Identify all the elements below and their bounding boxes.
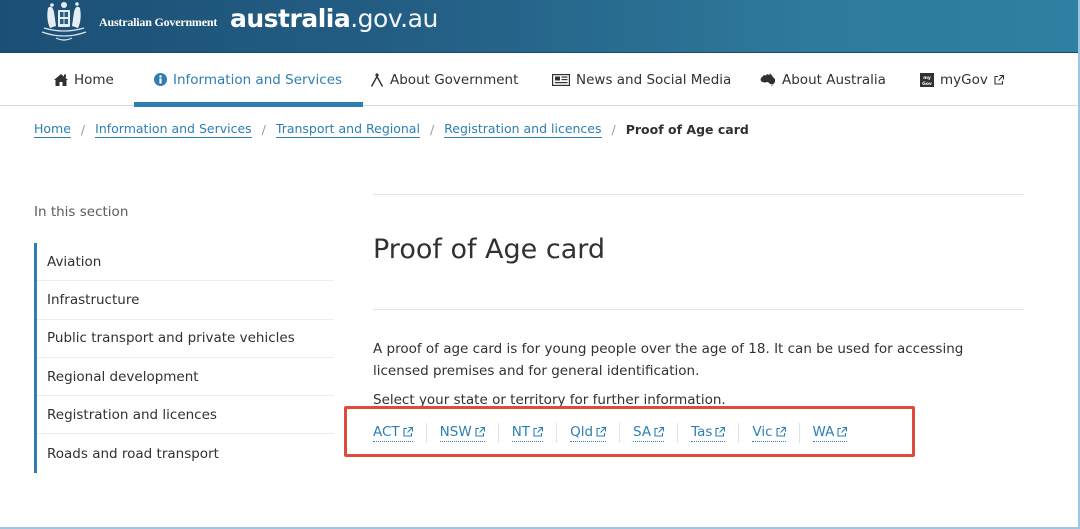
breadcrumb-home[interactable]: Home [34,121,71,138]
nav-label: About Australia [782,71,886,88]
nav-item-about-government[interactable]: About Government [370,53,518,106]
state-separator [798,423,800,443]
nav-item-home[interactable]: Home [54,53,114,106]
state-link-vic[interactable]: Vic [752,424,786,442]
breadcrumb-transport-and-regional[interactable]: Transport and Regional [275,121,420,138]
nav-item-mygov[interactable]: my Gov myGov [920,53,1004,106]
external-link-icon [403,427,413,437]
main-navigation: Home Information and Services About Gove… [0,53,1080,107]
breadcrumb: Home / Information and Services / Transp… [34,121,749,138]
nav-item-news-and-social-media[interactable]: News and Social Media [552,53,731,106]
nav-label: Information and Services [173,71,343,88]
breadcrumb-current: Proof of Age card [625,122,749,137]
nav-label: News and Social Media [576,71,732,88]
mygov-icon: my Gov [920,72,934,87]
breadcrumb-separator: / [429,122,435,137]
external-link-icon [715,427,726,437]
state-separator [556,423,558,443]
nav-item-information-and-services[interactable]: Information and Services [133,53,364,107]
breadcrumb-separator: / [261,122,266,137]
svg-text:Gov: Gov [922,81,932,87]
state-link-tas[interactable]: Tas [691,424,726,442]
state-label: Tas [691,424,713,440]
section-navigation: Aviation Infrastructure Public transport… [34,243,334,473]
divider [373,194,1024,195]
home-icon [54,73,68,86]
nav-item-about-australia[interactable]: About Australia [760,53,886,106]
nav-label: myGov [940,71,988,88]
state-separator [619,423,621,443]
site-logo-bold: australia [230,4,351,33]
state-label: NT [511,424,531,440]
state-label: ACT [373,424,400,440]
nav-label: Home [74,71,114,88]
external-link-icon [475,427,485,437]
site-logo[interactable]: australia.gov.au [230,4,438,33]
state-label: NSW [439,424,472,440]
breadcrumb-information-and-services[interactable]: Information and Services [95,121,252,138]
sidebar-item-roads[interactable]: Roads and road transport [37,434,334,472]
external-link-icon [775,427,786,437]
nav-label: About Government [390,71,519,88]
external-link-icon [654,427,665,437]
section-label: In this section [34,204,129,220]
sidebar-item-regional-development[interactable]: Regional development [37,358,334,397]
australia-map-icon [760,73,775,86]
sidebar-item-infrastructure[interactable]: Infrastructure [37,281,334,320]
state-link-qld[interactable]: Qld [570,424,607,442]
page-title: Proof of Age card [373,234,606,265]
sidebar-item-aviation[interactable]: Aviation [37,243,334,282]
compass-icon [370,72,384,87]
state-separator [425,423,427,443]
state-label: SA [633,424,652,440]
external-link-icon [994,74,1004,85]
divider [373,309,1024,310]
breadcrumb-registration-and-licences[interactable]: Registration and licences [444,121,602,138]
external-link-icon [533,427,544,437]
sidebar-item-registration-and-licences[interactable]: Registration and licences [37,396,334,435]
external-link-icon [837,427,848,437]
coat-of-arms-icon [41,2,87,41]
site-header: Australian Government australia.gov.au [0,0,1080,53]
state-link-nt[interactable]: NT [511,424,544,442]
state-separator [497,423,499,443]
state-separator [677,423,679,443]
state-label: WA [812,424,835,440]
sidebar-item-public-transport[interactable]: Public transport and private vehicles [37,320,334,358]
state-label: Vic [752,424,773,440]
government-name: Australian Government [99,15,218,29]
breadcrumb-separator: / [611,122,616,137]
external-link-icon [596,427,607,437]
info-circle-icon [154,73,167,86]
svg-text:my: my [923,76,931,81]
site-logo-domain: .gov.au [350,4,438,33]
state-link-sa[interactable]: SA [633,424,665,442]
state-link-wa[interactable]: WA [812,424,848,442]
intro-paragraph: A proof of age card is for young people … [373,341,964,379]
state-links: ACT NSW NT Qld SA Tas Vic WA [373,422,848,444]
newspaper-icon [552,73,570,86]
breadcrumb-separator: / [80,122,86,137]
state-label: Qld [570,424,594,440]
state-separator [738,423,740,443]
state-link-nsw[interactable]: NSW [439,424,485,442]
state-link-act[interactable]: ACT [373,424,413,442]
